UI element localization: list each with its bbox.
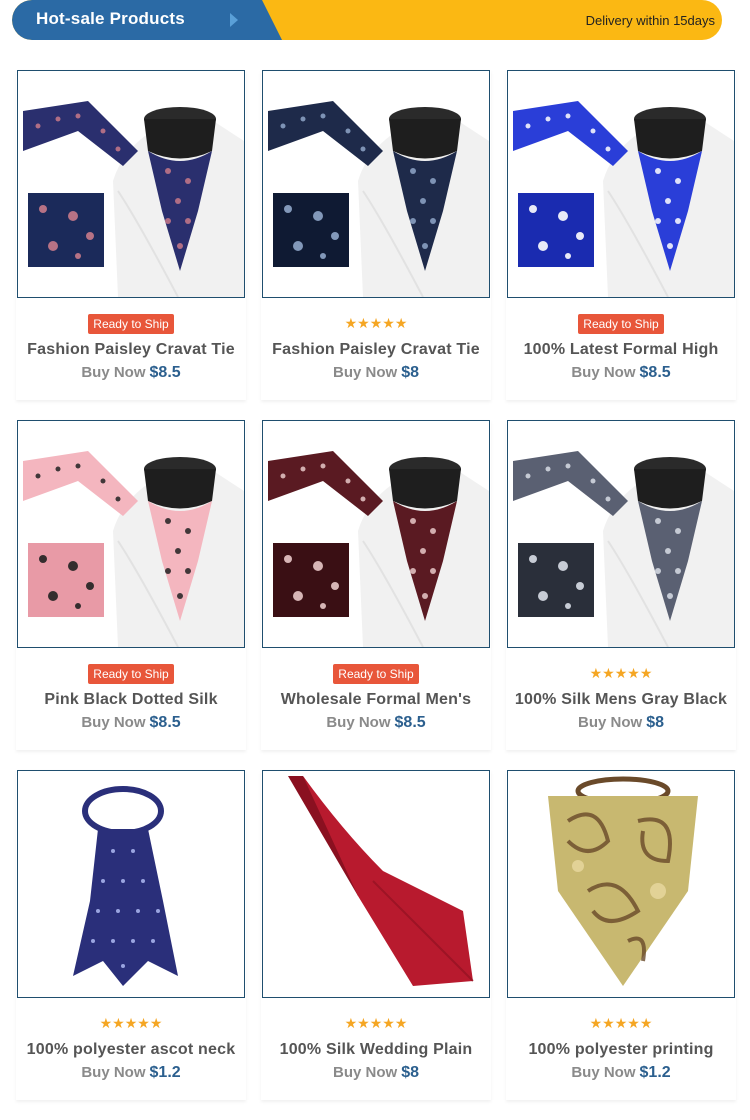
product-image[interactable] — [507, 70, 735, 298]
ready-to-ship-badge: Ready to Ship — [88, 314, 174, 334]
price-line[interactable]: Buy Now $8 — [506, 714, 736, 732]
banner-title-block: Hot-sale Products — [12, 0, 282, 40]
rating-stars-icon: ★★★★★ — [99, 1015, 163, 1031]
product-name[interactable]: 100% Latest Formal High — [506, 341, 736, 359]
product-label-area: Ready to Ship — [506, 314, 736, 336]
price-line[interactable]: Buy Now $1.2 — [506, 1064, 736, 1082]
banner-title: Hot-sale Products — [36, 9, 185, 28]
product-card[interactable]: ★★★★★ 100% Silk Wedding Plain Buy Now $8 — [261, 770, 491, 1100]
product-image[interactable] — [262, 70, 490, 298]
price-line[interactable]: Buy Now $8.5 — [16, 364, 246, 382]
product-label-area: Ready to Ship — [261, 664, 491, 686]
product-name[interactable]: Pink Black Dotted Silk — [16, 691, 246, 709]
product-name[interactable]: Wholesale Formal Men's — [261, 691, 491, 709]
product-card[interactable]: Ready to Ship Pink Black Dotted Silk Buy N… — [16, 420, 246, 750]
product-label-area: Ready to Ship — [16, 664, 246, 686]
product-image[interactable] — [262, 420, 490, 648]
product-label-area: ★★★★★ — [261, 314, 491, 336]
product-label-area: Ready to Ship — [16, 314, 246, 336]
product-price: $8 — [646, 714, 664, 731]
product-card[interactable]: ★★★★★ 100% polyester ascot neck Buy Now $1.… — [16, 770, 246, 1100]
product-name[interactable]: 100% Silk Wedding Plain — [261, 1041, 491, 1059]
product-label-area: ★★★★★ — [506, 1014, 736, 1036]
rating-stars-icon: ★★★★★ — [589, 665, 653, 681]
rating-stars-icon: ★★★★★ — [344, 315, 408, 331]
product-price: $8 — [401, 364, 419, 381]
buy-now-link[interactable]: Buy Now — [333, 1064, 397, 1081]
ready-to-ship-badge: Ready to Ship — [578, 314, 664, 334]
delivery-info: Delivery within 15days — [585, 13, 715, 28]
buy-now-link[interactable]: Buy Now — [571, 1064, 635, 1081]
rating-stars-icon: ★★★★★ — [589, 1015, 653, 1031]
product-price: $8.5 — [394, 714, 426, 731]
product-card[interactable]: ★★★★★ Fashion Paisley Cravat Tie Buy Now $8 — [261, 70, 491, 400]
buy-now-link[interactable]: Buy Now — [81, 1064, 145, 1081]
product-card[interactable]: Ready to Ship Fashion Paisley Cravat Tie B… — [16, 70, 246, 400]
product-image[interactable] — [507, 420, 735, 648]
ready-to-ship-badge: Ready to Ship — [333, 664, 419, 684]
price-line[interactable]: Buy Now $8 — [261, 364, 491, 382]
product-name[interactable]: 100% Silk Mens Gray Black — [506, 691, 736, 709]
price-line[interactable]: Buy Now $8.5 — [261, 714, 491, 732]
product-image[interactable] — [262, 770, 490, 998]
product-price: $8.5 — [639, 364, 671, 381]
price-line[interactable]: Buy Now $8.5 — [506, 364, 736, 382]
buy-now-link[interactable]: Buy Now — [81, 364, 145, 381]
ready-to-ship-badge: Ready to Ship — [88, 664, 174, 684]
product-image[interactable] — [17, 420, 245, 648]
product-image[interactable] — [507, 770, 735, 998]
product-label-area: ★★★★★ — [261, 1014, 491, 1036]
product-name[interactable]: 100% polyester ascot neck — [16, 1041, 246, 1059]
product-card[interactable]: Ready to Ship 100% Latest Formal High Buy … — [506, 70, 736, 400]
product-label-area: ★★★★★ — [16, 1014, 246, 1036]
chevron-right-icon[interactable] — [230, 13, 238, 27]
buy-now-link[interactable]: Buy Now — [333, 364, 397, 381]
product-price: $1.2 — [639, 1064, 671, 1081]
product-grid: Ready to Ship Fashion Paisley Cravat Tie B… — [16, 70, 736, 1100]
buy-now-link[interactable]: Buy Now — [571, 364, 635, 381]
product-price: $8 — [401, 1064, 419, 1081]
buy-now-link[interactable]: Buy Now — [326, 714, 390, 731]
product-price: $8.5 — [149, 714, 181, 731]
buy-now-link[interactable]: Buy Now — [81, 714, 145, 731]
buy-now-link[interactable]: Buy Now — [578, 714, 642, 731]
product-name[interactable]: Fashion Paisley Cravat Tie — [261, 341, 491, 359]
price-line[interactable]: Buy Now $8 — [261, 1064, 491, 1082]
product-price: $1.2 — [149, 1064, 181, 1081]
product-price: $8.5 — [149, 364, 181, 381]
price-line[interactable]: Buy Now $1.2 — [16, 1064, 246, 1082]
product-image[interactable] — [17, 770, 245, 998]
product-name[interactable]: 100% polyester printing — [506, 1041, 736, 1059]
price-line[interactable]: Buy Now $8.5 — [16, 714, 246, 732]
product-label-area: ★★★★★ — [506, 664, 736, 686]
product-card[interactable]: ★★★★★ 100% Silk Mens Gray Black Buy Now $8 — [506, 420, 736, 750]
product-card[interactable]: Ready to Ship Wholesale Formal Men's Buy N… — [261, 420, 491, 750]
rating-stars-icon: ★★★★★ — [344, 1015, 408, 1031]
product-card[interactable]: ★★★★★ 100% polyester printing Buy Now $1.2 — [506, 770, 736, 1100]
product-image[interactable] — [17, 70, 245, 298]
product-name[interactable]: Fashion Paisley Cravat Tie — [16, 341, 246, 359]
hot-sale-banner: Hot-sale Products Delivery within 15days — [12, 0, 722, 40]
